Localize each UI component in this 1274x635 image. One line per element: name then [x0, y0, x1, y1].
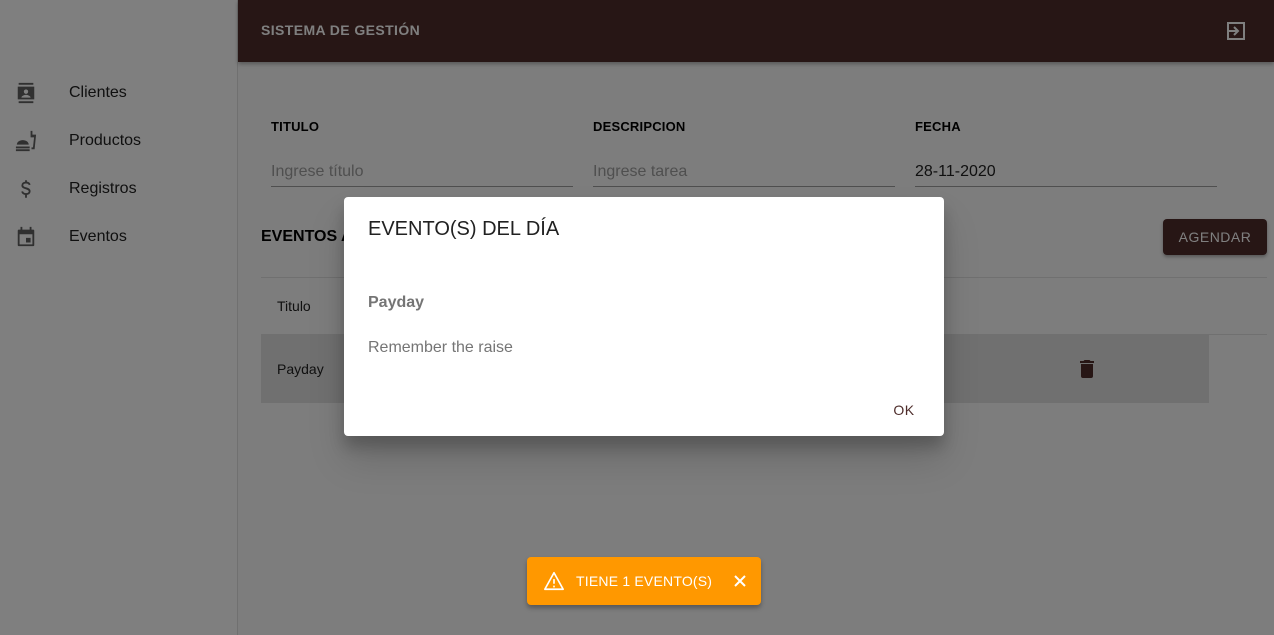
- dialog-event-description: Remember the raise: [368, 339, 513, 356]
- dialog-title: EVENTO(S) DEL DÍA: [368, 218, 560, 240]
- ok-button[interactable]: OK: [878, 394, 930, 426]
- snackbar-message: TIENE 1 EVENTO(S): [576, 573, 713, 589]
- warning-snackbar: TIENE 1 EVENTO(S): [527, 557, 761, 605]
- events-dialog: EVENTO(S) DEL DÍA Payday Remember the ra…: [344, 197, 944, 436]
- warning-icon: [543, 570, 565, 592]
- dialog-event-title: Payday: [368, 294, 425, 311]
- close-icon[interactable]: [730, 571, 750, 591]
